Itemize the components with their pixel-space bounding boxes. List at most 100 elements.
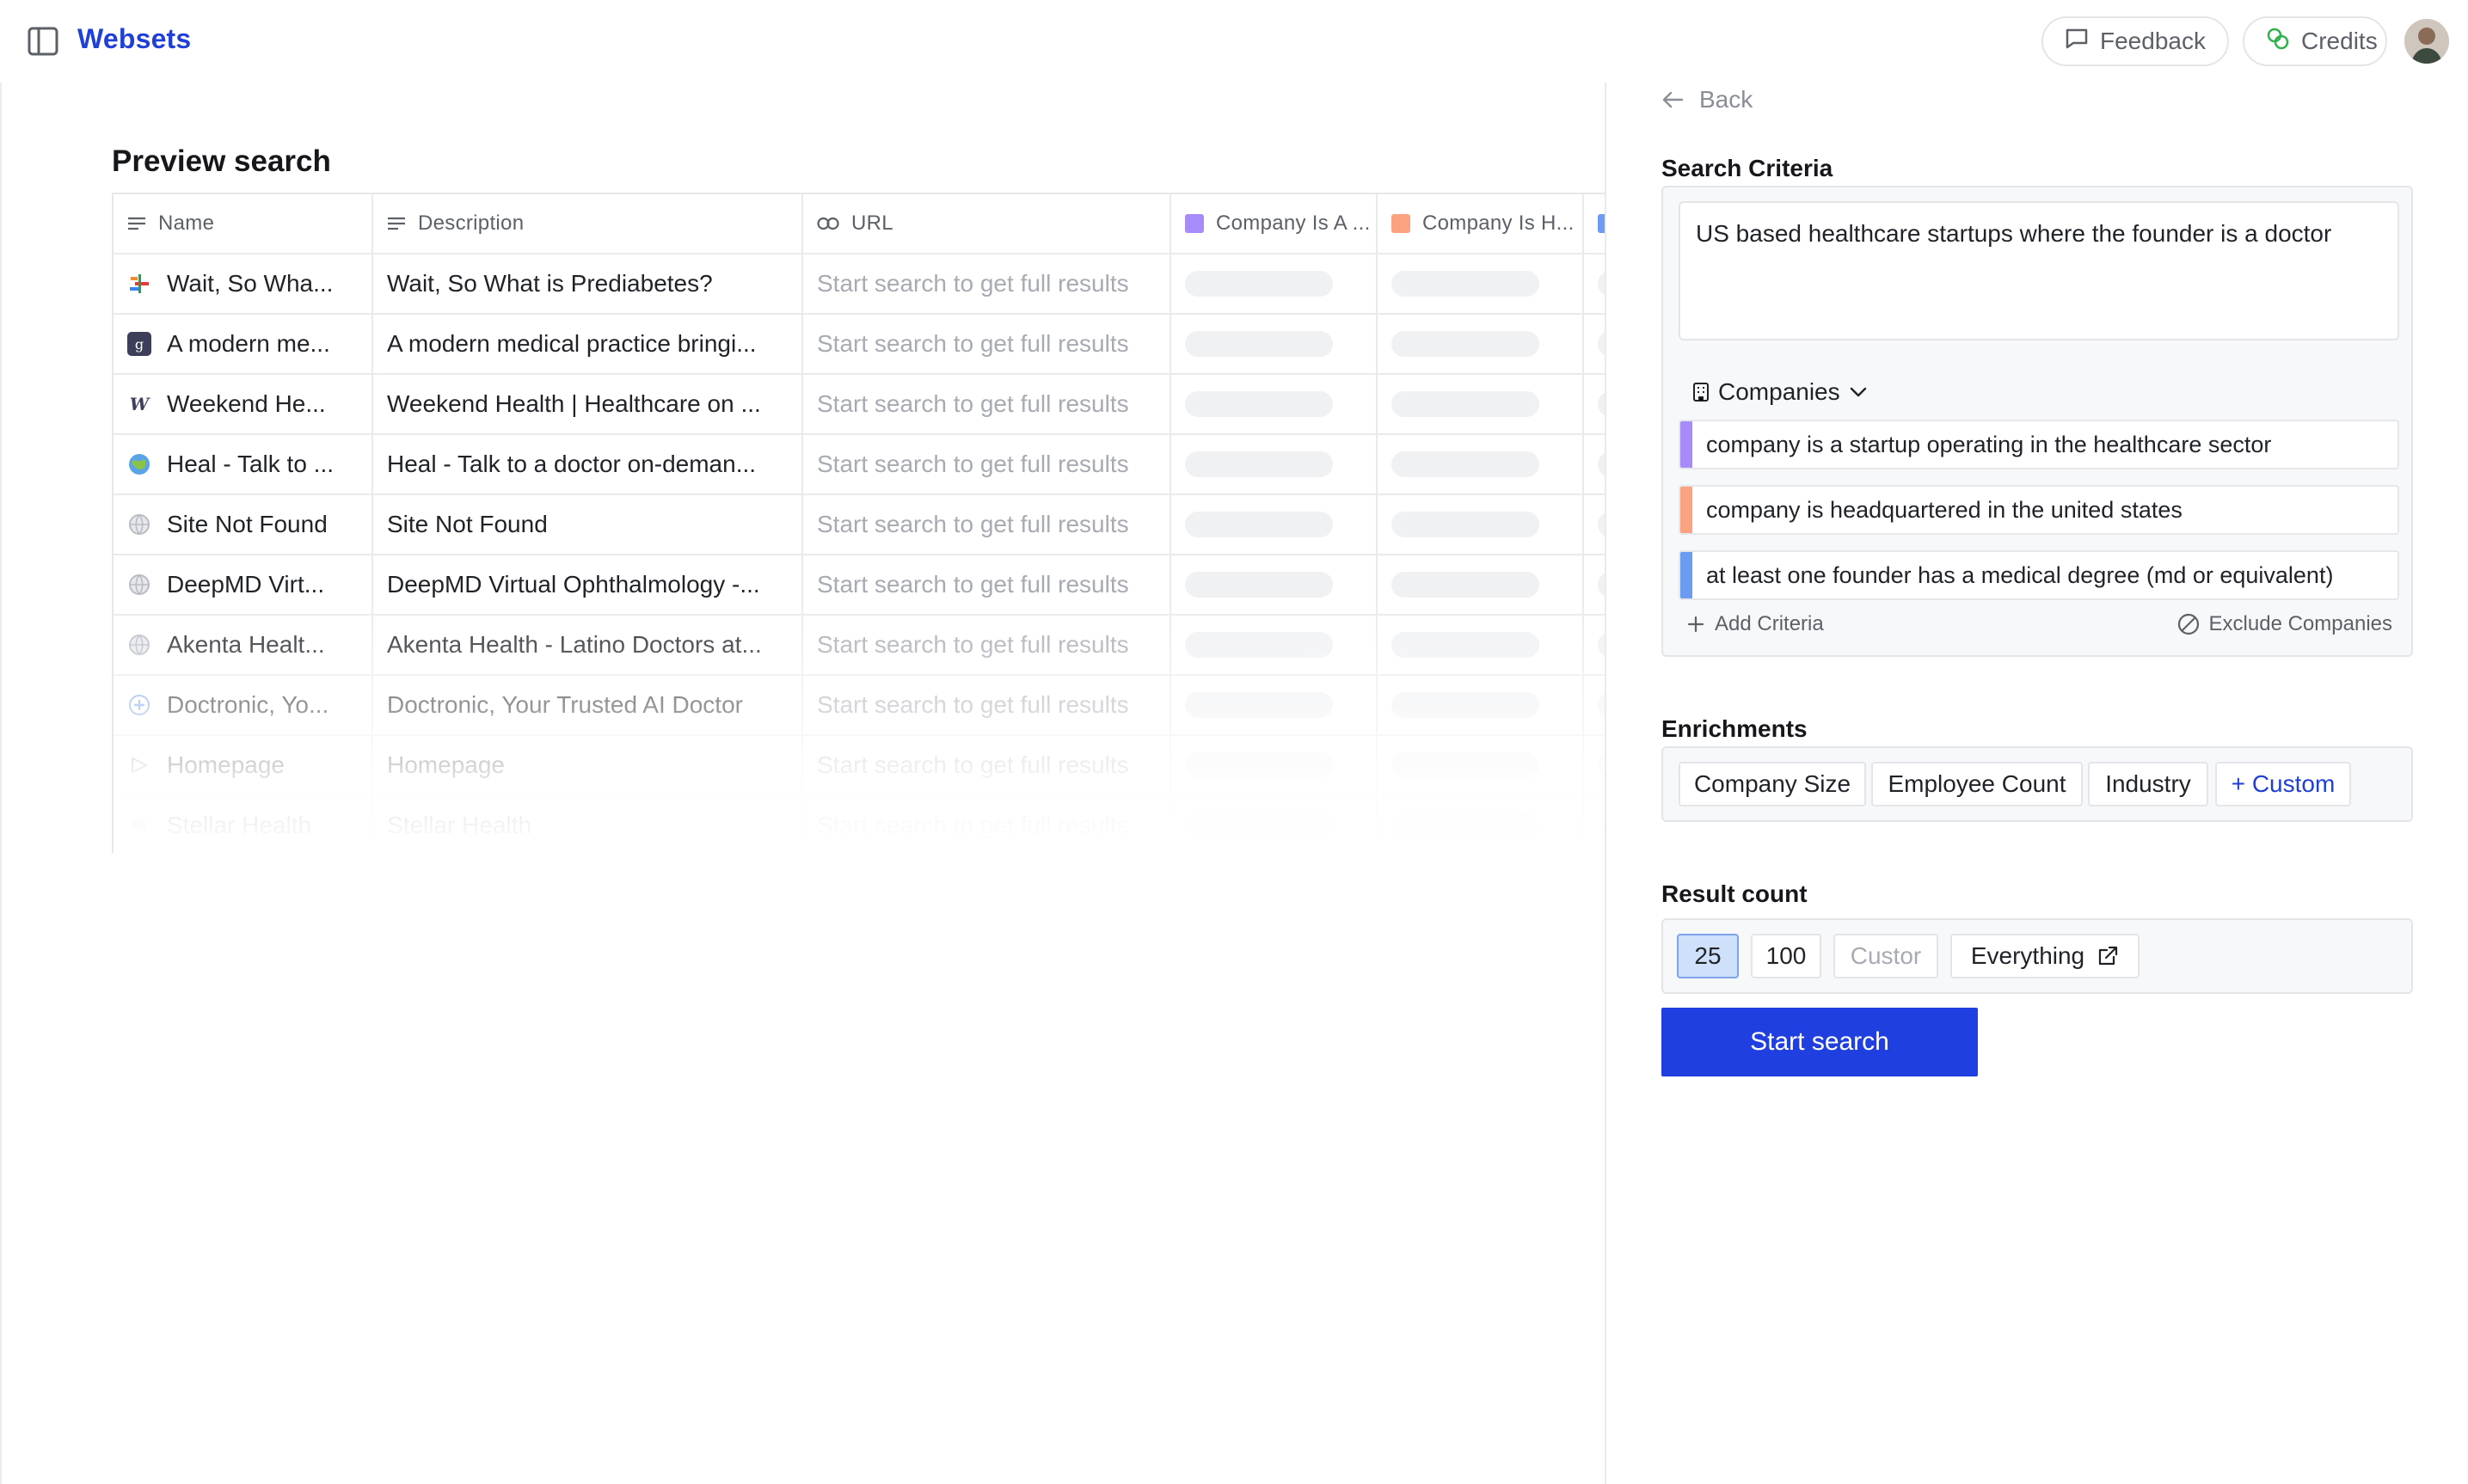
loading-skeleton bbox=[1185, 692, 1333, 718]
name-text: DeepMD Virt... bbox=[167, 571, 325, 598]
column-header-name[interactable]: Name bbox=[114, 194, 373, 253]
sidebar-toggle-icon[interactable] bbox=[28, 26, 58, 57]
w-logo-favicon: W bbox=[129, 394, 150, 414]
description-cell: Doctronic, Your Trusted AI Doctor bbox=[373, 676, 803, 734]
loading-skeleton bbox=[1391, 572, 1539, 598]
criterion-cell bbox=[1584, 375, 1605, 433]
panel-divider bbox=[1605, 83, 1606, 1484]
criterion-color-swatch bbox=[1185, 214, 1204, 233]
url-cell: Start search to get full results bbox=[803, 435, 1171, 494]
app-title[interactable]: Websets bbox=[77, 23, 191, 55]
name-text: Doctronic, Yo... bbox=[167, 691, 329, 718]
start-search-button[interactable]: Start search bbox=[1661, 1008, 1978, 1076]
custom-count-input[interactable]: Custor bbox=[1833, 934, 1938, 978]
search-query-input[interactable]: US based healthcare startups where the f… bbox=[1679, 201, 2399, 340]
feedback-button[interactable]: Feedback bbox=[2041, 16, 2229, 66]
loading-skeleton bbox=[1185, 752, 1333, 778]
left-border bbox=[0, 83, 2, 1484]
loading-skeleton bbox=[1391, 692, 1539, 718]
plus-icon bbox=[1687, 616, 1704, 633]
description-cell: A modern medical practice bringi... bbox=[373, 315, 803, 373]
criterion-cell bbox=[1584, 254, 1605, 313]
loading-skeleton bbox=[1598, 752, 1605, 778]
column-header-description[interactable]: Description bbox=[373, 194, 803, 253]
chevron-down-icon bbox=[1850, 387, 1866, 397]
name-text: Weekend He... bbox=[167, 390, 326, 417]
column-header-criterion-3[interactable] bbox=[1584, 194, 1605, 253]
text-lines-icon bbox=[388, 217, 405, 230]
feedback-label: Feedback bbox=[2100, 28, 2206, 54]
globe-icon bbox=[127, 573, 151, 597]
column-header-label: Company Is A ... bbox=[1216, 212, 1371, 235]
criterion-text: company is headquartered in the united s… bbox=[1706, 496, 2183, 523]
criterion-item[interactable]: company is a startup operating in the he… bbox=[1679, 420, 2399, 469]
table-row[interactable]: Stellar Health Stellar Health Start sear… bbox=[114, 796, 1605, 853]
loading-skeleton bbox=[1185, 451, 1333, 477]
credits-button[interactable]: Credits bbox=[2243, 16, 2387, 66]
name-cell: Doctronic, Yo... bbox=[114, 676, 373, 734]
arrow-left-icon bbox=[1662, 91, 1684, 108]
table-row[interactable]: Akenta Healt... Akenta Health - Latino D… bbox=[114, 616, 1605, 676]
loading-skeleton bbox=[1391, 271, 1539, 297]
globe-icon bbox=[127, 633, 151, 657]
name-text: Akenta Healt... bbox=[167, 631, 325, 658]
avatar[interactable] bbox=[2404, 19, 2449, 64]
enrichment-chip-employee-count[interactable]: Employee Count bbox=[1871, 762, 2083, 806]
globe-colorful-favicon bbox=[127, 452, 151, 476]
add-custom-enrichment-button[interactable]: + Custom bbox=[2215, 762, 2351, 806]
table-row[interactable]: g A modern me... A modern medical practi… bbox=[114, 315, 1605, 375]
table-row[interactable]: Heal - Talk to ... Heal - Talk to a doct… bbox=[114, 435, 1605, 495]
criterion-item[interactable]: at least one founder has a medical degre… bbox=[1679, 550, 2399, 600]
result-count-heading: Result count bbox=[1661, 880, 1808, 907]
table-row[interactable]: Site Not Found Site Not Found Start sear… bbox=[114, 495, 1605, 555]
table-row[interactable]: DeepMD Virt... DeepMD Virtual Ophthalmol… bbox=[114, 555, 1605, 616]
result-count-panel: 25 100 Custor Everything bbox=[1661, 918, 2413, 994]
criterion-cell bbox=[1584, 315, 1605, 373]
criterion-cell bbox=[1171, 676, 1378, 734]
enrichments-panel: Company Size Employee Count Industry + C… bbox=[1661, 746, 2413, 822]
description-cell: Weekend Health | Healthcare on ... bbox=[373, 375, 803, 433]
criterion-cell bbox=[1378, 736, 1584, 794]
table-row[interactable]: Doctronic, Yo... Doctronic, Your Trusted… bbox=[114, 676, 1605, 736]
criterion-cell bbox=[1171, 796, 1378, 853]
result-count-option-100[interactable]: 100 bbox=[1751, 934, 1821, 978]
url-cell: Start search to get full results bbox=[803, 796, 1171, 853]
g-square-favicon: g bbox=[127, 332, 151, 356]
add-criteria-button[interactable]: Add Criteria bbox=[1687, 612, 1824, 636]
text-lines-icon bbox=[128, 217, 145, 230]
table-row[interactable]: Wait, So Wha... Wait, So What is Prediab… bbox=[114, 254, 1605, 315]
criterion-cell bbox=[1584, 495, 1605, 554]
description-cell: Heal - Talk to a doctor on-deman... bbox=[373, 435, 803, 494]
preview-title: Preview search bbox=[112, 144, 331, 178]
enrichment-chip-industry[interactable]: Industry bbox=[2088, 762, 2208, 806]
dot-favicon bbox=[127, 813, 151, 837]
name-cell: Homepage bbox=[114, 736, 373, 794]
enrichment-chip-company-size[interactable]: Company Size bbox=[1679, 762, 1866, 806]
description-cell: Akenta Health - Latino Doctors at... bbox=[373, 616, 803, 674]
description-cell: DeepMD Virtual Ophthalmology -... bbox=[373, 555, 803, 614]
criterion-cell bbox=[1584, 796, 1605, 853]
criterion-cell bbox=[1378, 435, 1584, 494]
table-row[interactable]: W Weekend He... Weekend Health | Healthc… bbox=[114, 375, 1605, 435]
loading-skeleton bbox=[1185, 391, 1333, 417]
loading-skeleton bbox=[1391, 391, 1539, 417]
loading-skeleton bbox=[1185, 512, 1333, 537]
back-button[interactable]: Back bbox=[1661, 86, 1753, 113]
criterion-item[interactable]: company is headquartered in the united s… bbox=[1679, 485, 2399, 535]
name-cell: Heal - Talk to ... bbox=[114, 435, 373, 494]
everything-button[interactable]: Everything bbox=[1950, 934, 2140, 978]
exclude-companies-button[interactable]: Exclude Companies bbox=[2176, 612, 2392, 636]
table-row[interactable]: Homepage Homepage Start search to get fu… bbox=[114, 736, 1605, 796]
column-header-url[interactable]: URL bbox=[803, 194, 1171, 253]
result-count-option-25[interactable]: 25 bbox=[1677, 934, 1739, 978]
entity-type-dropdown[interactable]: Companies bbox=[1692, 378, 1868, 406]
criterion-cell bbox=[1171, 616, 1378, 674]
loading-skeleton bbox=[1185, 813, 1333, 838]
exclude-companies-label: Exclude Companies bbox=[2208, 612, 2392, 635]
url-cell: Start search to get full results bbox=[803, 375, 1171, 433]
column-header-criterion-2[interactable]: Company Is H... bbox=[1378, 194, 1584, 253]
column-header-criterion-1[interactable]: Company Is A ... bbox=[1171, 194, 1378, 253]
loading-skeleton bbox=[1185, 632, 1333, 658]
criterion-cell bbox=[1171, 555, 1378, 614]
criterion-cell bbox=[1171, 315, 1378, 373]
